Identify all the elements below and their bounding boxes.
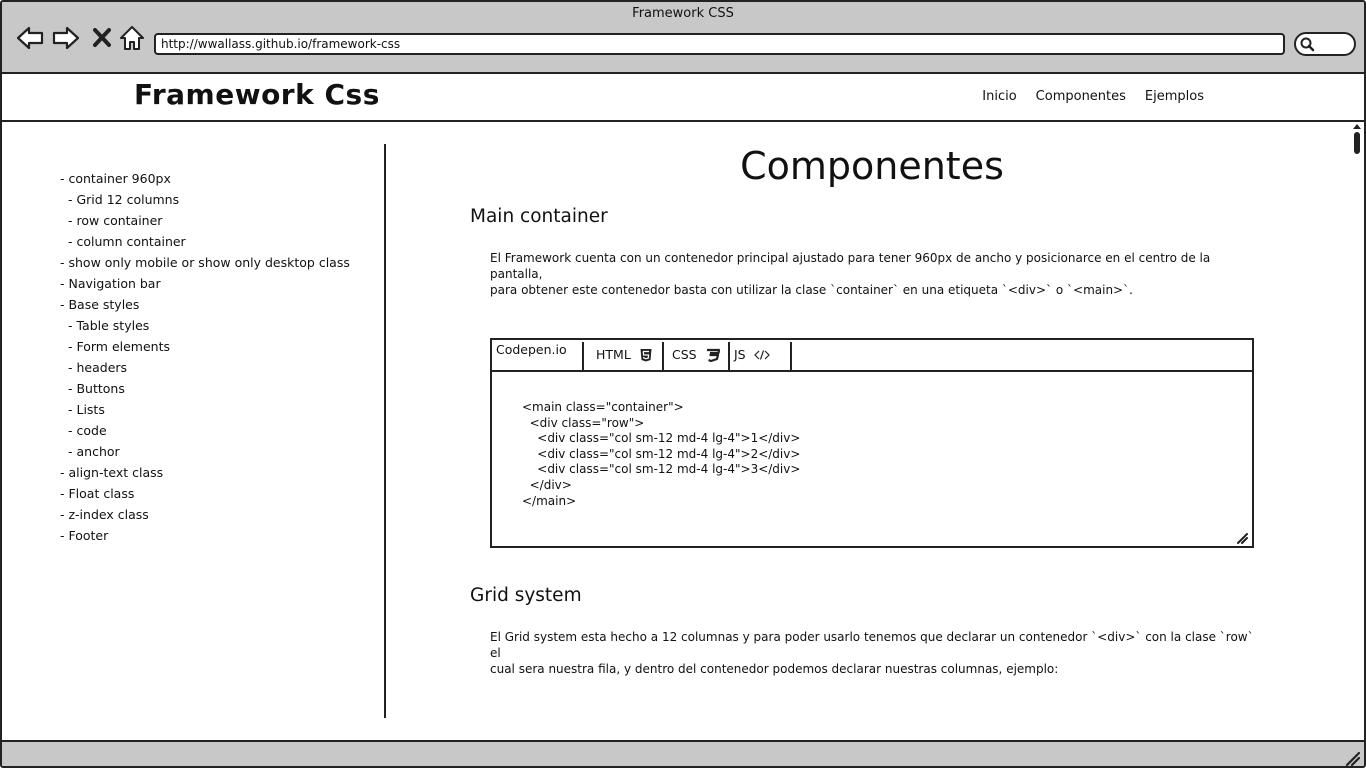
tab-js[interactable]: JS	[724, 340, 788, 370]
scroll-up-arrow-icon[interactable]	[1352, 122, 1362, 130]
scrollbar-thumb[interactable]	[1354, 132, 1360, 154]
sidebar: - container 960px - Grid 12 columns - row …	[2, 122, 386, 740]
browser-window: Framework CSS http://wwallass.github.io/…	[0, 0, 1366, 768]
codepen-label[interactable]: Codepen.io	[496, 340, 567, 370]
paragraph-line: El Framework cuenta con un contenedor pr…	[490, 251, 1211, 281]
sidebar-item[interactable]: - code	[60, 420, 350, 441]
sidebar-item[interactable]: - z-index class	[60, 504, 350, 525]
sidebar-item[interactable]: - Navigation bar	[60, 273, 350, 294]
section-text-grid-system: El Grid system esta hecho a 12 columnas …	[490, 629, 1260, 677]
css3-icon	[706, 348, 720, 362]
code-sample: <main class="container"> <div class="row…	[522, 400, 801, 508]
sidebar-item[interactable]: - Grid 12 columns	[60, 189, 350, 210]
sidebar-divider	[384, 144, 386, 718]
window-title: Framework CSS	[632, 6, 734, 21]
sidebar-item[interactable]: - Lists	[60, 399, 350, 420]
tab-css[interactable]: CSS	[660, 340, 728, 370]
paragraph-line: para obtener este contenedor basta con u…	[490, 283, 1133, 297]
page-title: Componentes	[740, 144, 1004, 188]
vertical-scrollbar[interactable]	[1350, 122, 1364, 740]
sidebar-item[interactable]: - row container	[60, 210, 350, 231]
sidebar-item[interactable]: - show only mobile or show only desktop …	[60, 252, 350, 273]
site-brand[interactable]: Framework Css	[134, 78, 380, 111]
sidebar-item[interactable]: - Form elements	[60, 336, 350, 357]
nav-link-ejemplos[interactable]: Ejemplos	[1145, 89, 1204, 104]
codepen-embed: Codepen.io HTML CSS JS <main class="cont…	[490, 338, 1254, 548]
tab-divider	[790, 342, 792, 370]
resize-grip-icon[interactable]	[1236, 532, 1248, 544]
sidebar-item[interactable]: - Footer	[60, 525, 350, 546]
close-icon[interactable]	[90, 24, 118, 52]
address-bar[interactable]: http://wwallass.github.io/framework-css	[154, 33, 1285, 55]
back-arrow-icon[interactable]	[16, 24, 44, 52]
sidebar-item[interactable]: - headers	[60, 357, 350, 378]
forward-arrow-icon[interactable]	[52, 24, 80, 52]
section-text-main-container: El Framework cuenta con un contenedor pr…	[490, 250, 1260, 298]
main-content: Componentes Main container El Framework …	[388, 122, 1348, 740]
sidebar-item[interactable]: - Table styles	[60, 315, 350, 336]
search-box[interactable]	[1294, 32, 1356, 56]
tab-html[interactable]: HTML	[584, 340, 662, 370]
search-icon	[1300, 37, 1315, 52]
sidebar-item[interactable]: - Base styles	[60, 294, 350, 315]
browser-toolbar: Framework CSS http://wwallass.github.io/…	[2, 2, 1364, 74]
sidebar-item[interactable]: - column container	[60, 231, 350, 252]
tab-html-label: HTML	[596, 347, 631, 362]
paragraph-line: El Grid system esta hecho a 12 columnas …	[490, 630, 1254, 660]
home-icon[interactable]	[118, 24, 146, 52]
tab-js-label: JS	[734, 347, 746, 362]
top-navigation: Inicio Componentes Ejemplos	[982, 89, 1204, 104]
sidebar-item[interactable]: - Buttons	[60, 378, 350, 399]
sidebar-item[interactable]: - align-text class	[60, 462, 350, 483]
code-icon	[753, 350, 770, 360]
site-header: Framework Css Inicio Componentes Ejemplo…	[2, 74, 1364, 122]
html5-icon	[640, 349, 652, 362]
section-heading-main-container: Main container	[470, 206, 608, 227]
sidebar-item[interactable]: - Float class	[60, 483, 350, 504]
paragraph-line: cual sera nuestra fila, y dentro del con…	[490, 662, 1059, 676]
nav-link-inicio[interactable]: Inicio	[982, 89, 1016, 104]
tab-css-label: CSS	[672, 347, 697, 362]
nav-link-componentes[interactable]: Componentes	[1036, 89, 1126, 104]
sidebar-item[interactable]: - container 960px	[60, 168, 350, 189]
resize-grip-icon[interactable]	[1344, 750, 1360, 766]
status-bar	[2, 740, 1364, 766]
sidebar-list: - container 960px - Grid 12 columns - row …	[60, 168, 350, 546]
sidebar-item[interactable]: - anchor	[60, 441, 350, 462]
codepen-tab-bar: Codepen.io HTML CSS JS	[492, 340, 1252, 372]
section-heading-grid-system: Grid system	[470, 585, 582, 606]
